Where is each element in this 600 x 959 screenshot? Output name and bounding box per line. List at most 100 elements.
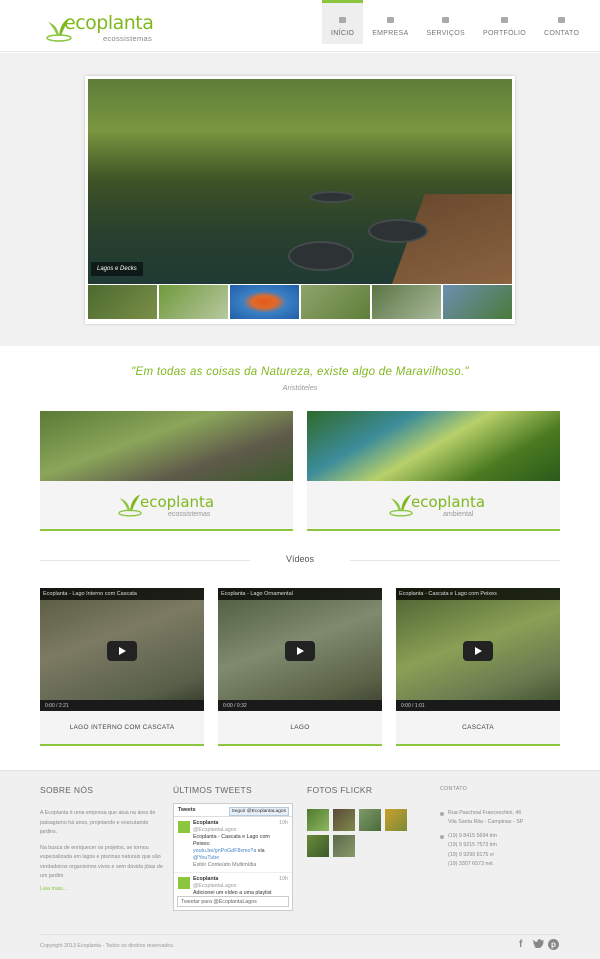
image-slider[interactable]: Lagos e Decks [85, 76, 515, 324]
phone-text: (19) 9 9299 8175 vi [448, 851, 494, 858]
footer-heading: SOBRE NÓS [40, 785, 94, 795]
media-toggle[interactable]: Exibir Conteúdo Multimídia [193, 862, 288, 869]
video-card[interactable]: Ecoplanta - Lago Interno com Cascata 0:0… [40, 588, 204, 746]
phone-text: (19) 9 8415 5694 tim [448, 832, 497, 839]
slider-thumbnails [88, 285, 512, 319]
tweet-age: 10h [279, 876, 288, 882]
tweet-author: Ecoplanta [193, 820, 219, 826]
brand-card-ambiental[interactable]: ecoplanta ambiental [307, 411, 560, 531]
brand-name: ecoplanta [411, 493, 486, 511]
camera-icon [501, 17, 509, 23]
slide-caption: Lagos e Decks [91, 262, 143, 276]
address-text: Vila Santa Rita - Campinas - SP [448, 819, 524, 825]
follow-button[interactable]: Seguir @EcoplantaLagos [228, 807, 289, 816]
thumbnail[interactable] [230, 285, 299, 319]
stepping-stone [368, 219, 428, 243]
thumbnail[interactable] [159, 285, 228, 319]
video-title: Ecoplanta - Lago Interno com Cascata [40, 588, 204, 600]
phone-line: (19) 9 8415 5694 tim [440, 832, 523, 842]
tweet-age: 10h [279, 820, 288, 826]
tweet-via: via [257, 848, 265, 854]
tweet-input[interactable]: Tweetar para @EcoplantaLagos [177, 896, 289, 907]
read-more-link[interactable]: Leia mais... [40, 886, 165, 892]
footer-flickr: FOTOS FLICKR [307, 785, 407, 857]
video-time: 0:00 / 2:21 [40, 700, 204, 711]
facebook-icon[interactable]: f [519, 939, 522, 950]
stepping-stone [310, 191, 354, 203]
video-card[interactable]: Ecoplanta - Lago Ornamental 0:00 / 0:32 … [218, 588, 382, 746]
pinterest-icon[interactable]: p [548, 939, 559, 950]
video-caption: LAGO [290, 724, 310, 731]
tweet-handle: @EcoplantaLagos [193, 827, 237, 833]
video-time: 0:00 / 0:32 [218, 700, 382, 711]
flickr-photo[interactable] [359, 809, 381, 831]
location-icon [440, 811, 444, 816]
divider [350, 560, 560, 561]
twitter-widget[interactable]: Tweets Seguir @EcoplantaLagos Ecoplanta … [173, 803, 293, 911]
thumbnail[interactable] [372, 285, 441, 319]
brand-card-ecossistemas[interactable]: ecoplanta ecossistemas [40, 411, 293, 531]
thumbnail[interactable] [301, 285, 370, 319]
nav-servicos[interactable]: SERVIÇOS [418, 0, 474, 44]
header: ecoplanta ecossistemas INÍCIO EMPRESA SE… [0, 0, 600, 52]
leaf-logo-icon [389, 494, 413, 517]
video-card[interactable]: Ecoplanta - Cascata e Lago com Peixes 0:… [396, 588, 560, 746]
twitter-icon[interactable] [532, 939, 544, 951]
footer-heading: FOTOS FLICKR [307, 785, 373, 795]
leaf-logo-icon [118, 494, 142, 517]
nav-inicio[interactable]: INÍCIO [322, 0, 364, 44]
tweet[interactable]: Ecoplanta 10h @EcoplantaLagos Ecoplanta … [174, 817, 292, 873]
video-time: 0:00 / 1:01 [396, 700, 560, 711]
phone-icon [440, 834, 444, 839]
tweet-link[interactable]: youtu.be/gnPoGdF8xmo?a [193, 848, 256, 854]
video-caption: LAGO INTERNO COM CASCATA [69, 724, 175, 731]
video-player[interactable]: Ecoplanta - Cascata e Lago com Peixes 0:… [396, 588, 560, 711]
main-nav: INÍCIO EMPRESA SERVIÇOS PORTFÓLIO CONTAT… [322, 0, 588, 44]
thumbnail[interactable] [88, 285, 157, 319]
brand-image [40, 411, 293, 481]
video-player[interactable]: Ecoplanta - Lago Ornamental 0:00 / 0:32 [218, 588, 382, 711]
flickr-photo[interactable] [307, 809, 329, 831]
video-title: Ecoplanta - Cascata e Lago com Peixes [396, 588, 560, 600]
address-line: Rua Paschoal Franceschini, 46 [440, 809, 523, 819]
thumbnail[interactable] [443, 285, 512, 319]
nav-empresa[interactable]: EMPRESA [363, 0, 417, 44]
phone-text: (19) 3307 6573 net [448, 861, 493, 867]
phone-line: (19) 9 9299 8175 vi [440, 851, 523, 861]
logo[interactable]: ecoplanta ecossistemas [46, 10, 156, 46]
about-paragraph: A Ecoplanta é uma empresa que atua na ár… [40, 810, 156, 835]
tweet-handle: @EcoplantaLagos [193, 883, 237, 889]
flickr-photo[interactable] [333, 809, 355, 831]
nav-contato[interactable]: CONTATO [535, 0, 588, 44]
flickr-grid [307, 809, 407, 857]
flickr-photo[interactable] [307, 835, 329, 857]
address-text: Rua Paschoal Franceschini, 46 [448, 809, 522, 816]
hero-section: Lagos e Decks [0, 53, 600, 346]
play-button[interactable] [285, 641, 315, 661]
play-button[interactable] [463, 641, 493, 661]
flickr-photo[interactable] [333, 835, 355, 857]
nav-portfolio[interactable]: PORTFÓLIO [474, 0, 535, 44]
slide-image[interactable]: Lagos e Decks [88, 79, 512, 284]
phone-text: (19) 9 9215 7573 tim [448, 842, 497, 848]
videos-heading: Vídeos [285, 554, 315, 564]
nav-label: SERVIÇOS [426, 30, 465, 37]
address-line: Vila Santa Rita - Campinas - SP [440, 818, 523, 828]
envelope-icon [558, 17, 566, 23]
quote-text: "Em todas as coisas da Natureza, existe … [131, 366, 469, 378]
tweet-mention[interactable]: @YouTube [193, 855, 288, 862]
home-icon [339, 17, 347, 23]
tweet-text: Ecoplanta - Cascata e Lago com Peixes: [193, 834, 270, 847]
video-caption: CASCATA [462, 724, 494, 731]
video-player[interactable]: Ecoplanta - Lago Interno com Cascata 0:0… [40, 588, 204, 711]
avatar [178, 877, 190, 889]
list-icon [442, 17, 450, 23]
footer-heading: CONTATO [440, 786, 468, 792]
play-button[interactable] [107, 641, 137, 661]
brand-subtitle: ambiental [443, 511, 474, 518]
flickr-photo[interactable] [385, 809, 407, 831]
content-section: "Em todas as coisas da Natureza, existe … [0, 346, 600, 766]
about-paragraph: Na busca de enriquecer os projetos, se t… [40, 844, 163, 880]
quote-author: Aristóteles [282, 383, 318, 392]
nav-label: CONTATO [544, 30, 580, 37]
